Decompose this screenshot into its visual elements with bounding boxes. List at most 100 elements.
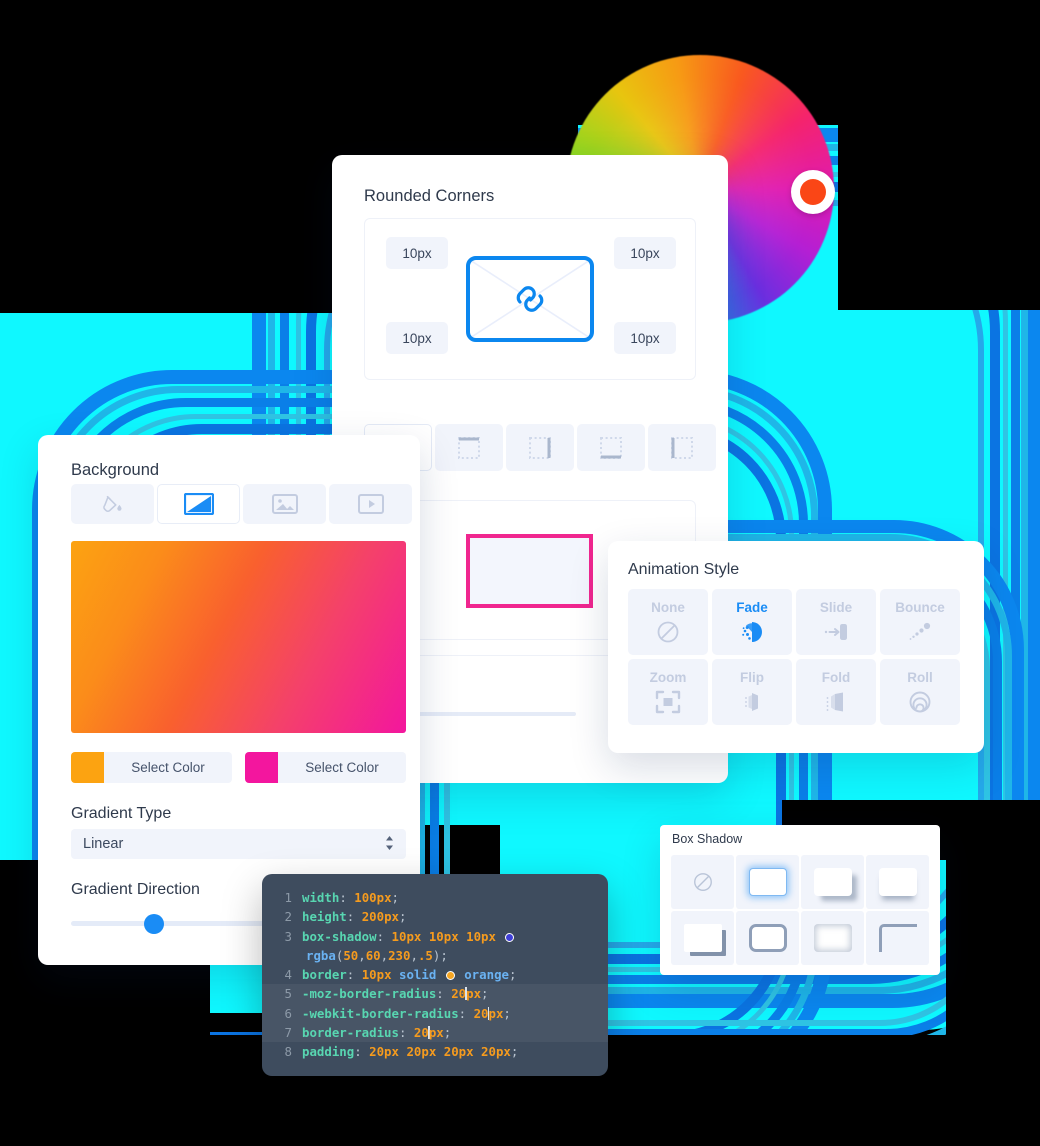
code-token: box-shadow xyxy=(302,928,377,944)
select-color-button-end[interactable]: Select Color xyxy=(278,752,406,783)
animation-style-panel: Animation Style None Fade Slide Bounce Z… xyxy=(608,541,984,753)
gradient-tab[interactable] xyxy=(157,484,240,524)
box-shadow-preset-bottom-right[interactable] xyxy=(801,855,864,909)
code-token: 230 xyxy=(388,947,411,963)
code-token: 20 xyxy=(413,1025,429,1041)
code-token: 100px xyxy=(354,890,392,905)
code-line-number: 5 xyxy=(284,986,292,1002)
code-token: 20 xyxy=(451,986,467,1002)
box-shadow-preset-outline-tl[interactable] xyxy=(866,911,929,965)
paint-bucket-icon xyxy=(102,495,122,512)
gradient-direction-slider-knob[interactable] xyxy=(144,914,164,934)
code-token: ; xyxy=(391,890,400,905)
gradient-direction-slider-track[interactable] xyxy=(71,921,291,926)
image-placeholder-preview[interactable] xyxy=(466,256,594,342)
select-color-button-start[interactable]: Select Color xyxy=(104,752,232,783)
background-title: Background xyxy=(71,461,160,479)
code-line-number: 7 xyxy=(284,1025,292,1041)
none-circle-slash-icon xyxy=(693,873,712,891)
animation-option-none[interactable]: None xyxy=(628,589,708,655)
code-token: ; xyxy=(508,967,517,983)
code-line-number: 1 xyxy=(284,890,292,905)
none-circle-slash-icon xyxy=(656,619,680,645)
corner-value-top-right[interactable]: 10px xyxy=(614,237,676,269)
animation-option-zoom[interactable]: Zoom xyxy=(628,659,708,725)
code-line: rgba(50,60,230,.5); xyxy=(262,946,608,965)
gradient-color-stop-2: Select Color xyxy=(245,752,406,783)
code-token: border xyxy=(302,967,347,983)
code-token: , xyxy=(410,947,418,963)
gradient-preview[interactable] xyxy=(71,541,406,733)
box-shadow-preset-bottom-soft[interactable] xyxy=(866,855,929,909)
corner-value-bottom-right[interactable]: 10px xyxy=(614,322,676,354)
video-tab[interactable] xyxy=(329,484,412,524)
code-line: 2 height: 200px; xyxy=(262,907,608,926)
image-tab[interactable] xyxy=(243,484,326,524)
code-line-number: 4 xyxy=(284,967,292,983)
border-top-icon xyxy=(458,436,480,459)
shadow-thumb xyxy=(878,924,917,952)
animation-option-fade[interactable]: Fade xyxy=(712,589,792,655)
animation-option-fold[interactable]: Fold xyxy=(796,659,876,725)
border-right-icon xyxy=(529,436,551,459)
animation-option-label: Fold xyxy=(821,669,851,685)
animation-option-label: Flip xyxy=(740,669,764,685)
animation-option-bounce[interactable]: Bounce xyxy=(880,589,960,655)
border-left-tab[interactable] xyxy=(648,424,716,471)
animation-option-slide[interactable]: Slide xyxy=(796,589,876,655)
code-token: padding xyxy=(302,1044,355,1060)
code-line-content: height: 200px; xyxy=(302,907,406,926)
animation-option-label: Bounce xyxy=(895,599,945,615)
box-shadow-grid xyxy=(671,855,929,965)
code-token: : xyxy=(354,1044,370,1060)
color-dot-blue-icon[interactable] xyxy=(505,932,515,942)
code-token: solid xyxy=(399,967,444,983)
gradient-direction-label: Gradient Direction xyxy=(71,881,200,898)
code-editor-panel[interactable]: 1 width: 100px; 2 height: 200px; 3 box-shadow… xyxy=(262,874,608,1076)
code-token: 50 xyxy=(343,947,359,963)
border-top-tab[interactable] xyxy=(435,424,503,471)
code-line-content: padding: 20px 20px 20px 20px; xyxy=(302,1042,518,1061)
code-token: , xyxy=(380,947,389,963)
code-token: rgba xyxy=(306,947,336,963)
box-shadow-preset-none[interactable] xyxy=(671,855,734,909)
code-token: orange xyxy=(456,967,509,983)
gradient-type-value: Linear xyxy=(83,836,124,852)
code-token: border-radius xyxy=(302,1025,399,1041)
code-editor-body[interactable]: 1 width: 100px; 2 height: 200px; 3 box-shadow… xyxy=(262,874,608,1074)
gradient-color-stop-1: Select Color xyxy=(71,752,232,783)
box-shadow-preset-heavy[interactable] xyxy=(736,911,799,965)
animation-option-roll[interactable]: Roll xyxy=(880,659,960,725)
border-bottom-tab[interactable] xyxy=(577,424,645,471)
code-line: 1 width: 100px; xyxy=(262,888,608,907)
color-swatch-start[interactable] xyxy=(71,752,104,783)
shadow-thumb xyxy=(878,868,917,896)
corner-value-bottom-left[interactable]: 10px xyxy=(386,322,448,354)
code-token: : xyxy=(346,967,362,983)
fade-icon xyxy=(739,619,765,645)
code-token: : xyxy=(458,1005,474,1021)
gradient-type-select[interactable]: Linear xyxy=(71,829,406,859)
code-token: : xyxy=(398,1025,414,1041)
corner-value-top-left[interactable]: 10px xyxy=(386,237,448,269)
code-token: 200px xyxy=(361,909,399,925)
code-token: ; xyxy=(443,1025,452,1041)
solid-color-tab[interactable] xyxy=(71,484,154,524)
color-dot-orange-icon[interactable] xyxy=(445,971,455,981)
border-right-tab[interactable] xyxy=(506,424,574,471)
code-token: -webkit-border-radius xyxy=(302,1005,459,1021)
code-line-content: border-radius: 20px; xyxy=(302,1023,451,1042)
box-shadow-preset-corner[interactable] xyxy=(671,911,734,965)
box-shadow-preset-inset[interactable] xyxy=(801,911,864,965)
animation-option-label: None xyxy=(651,599,685,615)
gradient-type-label: Gradient Type xyxy=(71,805,172,822)
color-wheel-knob[interactable] xyxy=(791,170,835,214)
code-token: ; xyxy=(481,986,489,1002)
color-swatch-end[interactable] xyxy=(245,752,278,783)
code-token: ; xyxy=(503,1005,511,1021)
code-token: .5 xyxy=(417,947,433,963)
animation-option-flip[interactable]: Flip xyxy=(712,659,792,725)
code-line-content: -webkit-border-radius: 20px; xyxy=(302,1004,511,1023)
box-shadow-preset-glow[interactable] xyxy=(736,855,799,909)
code-token: ; xyxy=(399,909,407,925)
